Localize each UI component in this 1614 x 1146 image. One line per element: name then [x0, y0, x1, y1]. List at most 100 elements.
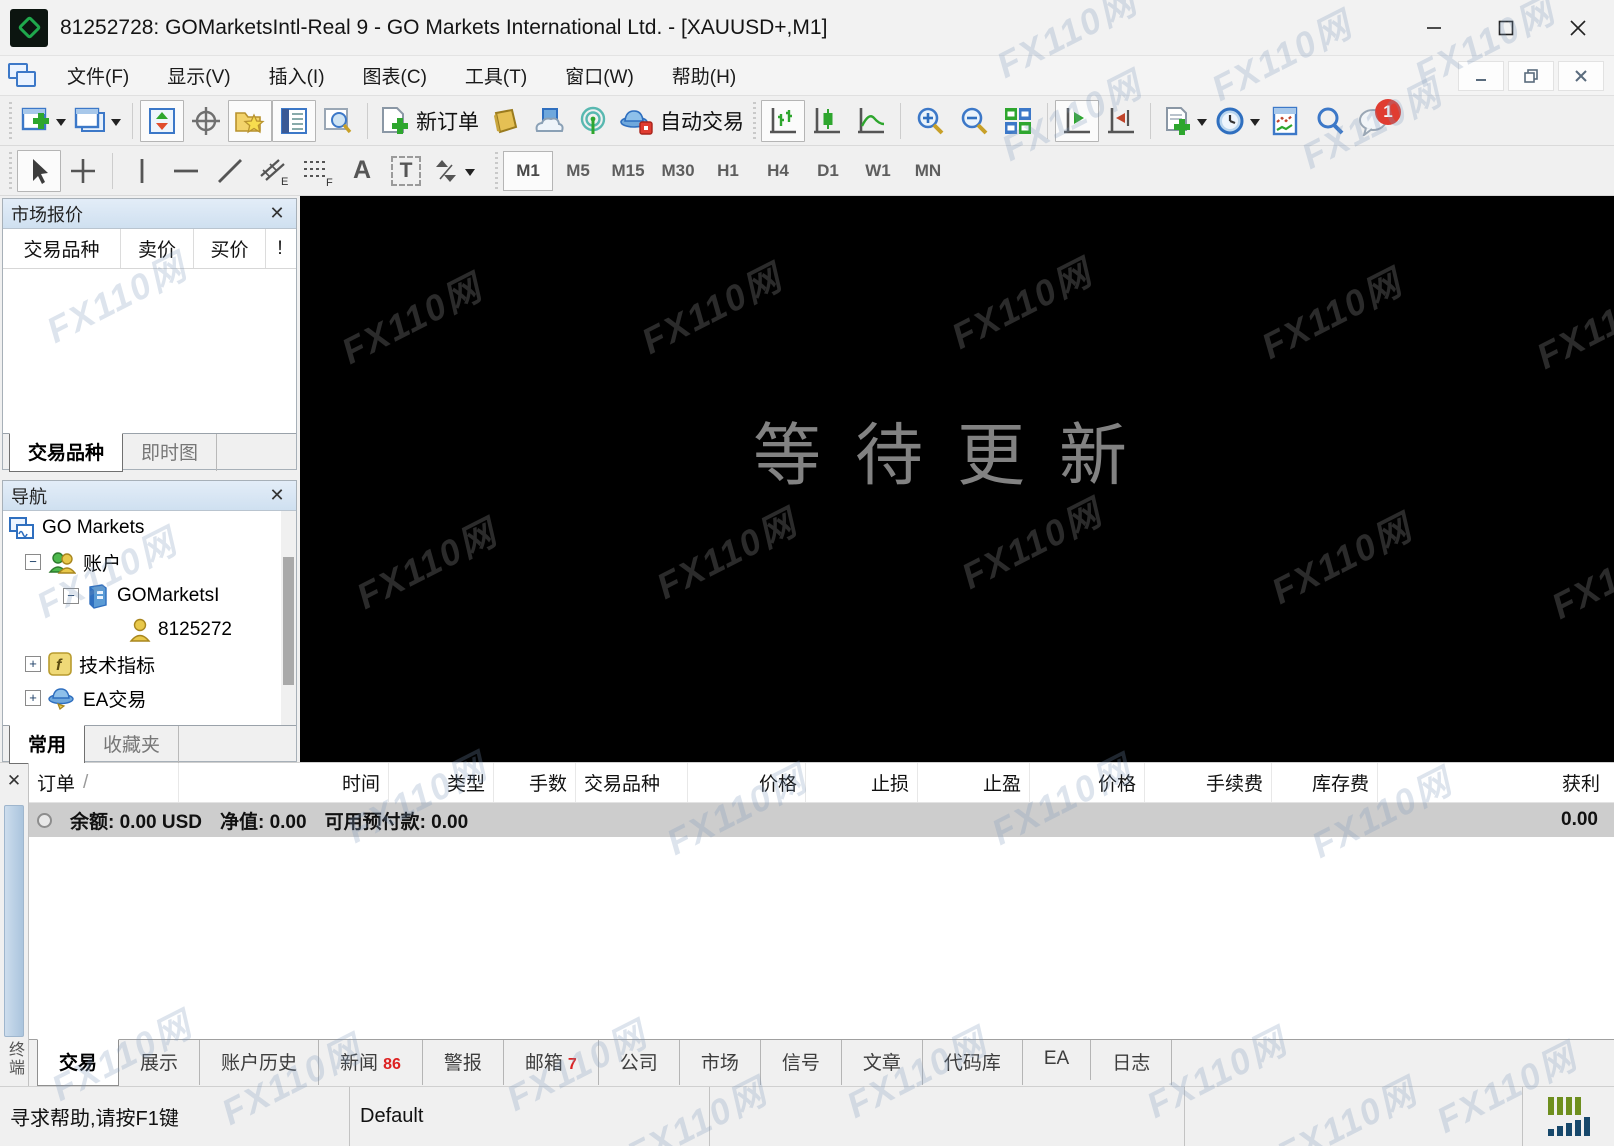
col-order[interactable]: 订单/ [29, 763, 179, 802]
cursor-button[interactable] [17, 150, 61, 192]
auto-scroll-button[interactable] [1055, 100, 1099, 142]
column-ask[interactable]: 买价 [194, 229, 266, 268]
col-time[interactable]: 时间 [179, 763, 389, 802]
col-profit[interactable]: 获利 [1378, 763, 1614, 802]
timeframe-w1[interactable]: W1 [853, 151, 903, 191]
timeframe-m1[interactable]: M1 [503, 151, 553, 191]
chart-area[interactable]: 等待更新 FX110网 FX110网 FX110网 FX110网 FX110网 … [300, 196, 1614, 762]
scrollbar-thumb[interactable] [283, 557, 294, 685]
col-type[interactable]: 类型 [389, 763, 494, 802]
menu-file[interactable]: 文件(F) [48, 56, 148, 95]
tab-exposure[interactable]: 展示 [119, 1040, 200, 1085]
mdi-minimize-button[interactable] [1458, 61, 1504, 91]
tab-symbols[interactable]: 交易品种 [9, 433, 123, 472]
zoom-in-button[interactable] [908, 100, 952, 142]
horizontal-line-button[interactable] [164, 150, 208, 192]
toolbar-grip[interactable] [7, 102, 14, 140]
zoom-out-button[interactable] [952, 100, 996, 142]
tab-articles[interactable]: 文章 [842, 1040, 923, 1085]
tab-common[interactable]: 常用 [9, 725, 85, 764]
col-symbol[interactable]: 交易品种 [576, 763, 688, 802]
tree-item-server[interactable]: − GOMarketsI [3, 579, 296, 613]
tab-mailbox[interactable]: 邮箱7 [504, 1040, 599, 1085]
timeframe-mn[interactable]: MN [903, 151, 953, 191]
tree-item-account-number[interactable]: 8125272 [3, 613, 296, 647]
fibonacci-button[interactable]: F [296, 150, 340, 192]
vertical-line-button[interactable] [120, 150, 164, 192]
candlestick-chart-button[interactable] [805, 100, 849, 142]
timeframe-d1[interactable]: D1 [803, 151, 853, 191]
tab-experts[interactable]: EA [1023, 1040, 1091, 1080]
terminal-button[interactable] [272, 100, 316, 142]
text-button[interactable]: A [340, 150, 384, 192]
trendline-button[interactable] [208, 150, 252, 192]
tab-trade[interactable]: 交易 [37, 1039, 119, 1086]
mql5-community-button[interactable] [527, 100, 571, 142]
navigator-close-icon[interactable]: ✕ [266, 485, 288, 506]
column-spread[interactable]: ! [266, 229, 294, 268]
tab-account-history[interactable]: 账户历史 [200, 1040, 319, 1085]
profiles-button[interactable] [70, 100, 125, 142]
menu-window[interactable]: 窗口(W) [546, 56, 653, 95]
chat-button[interactable]: 1 [1352, 100, 1396, 142]
indicators-button[interactable] [1158, 100, 1211, 142]
chart-shift-button[interactable] [1099, 100, 1143, 142]
timeframe-m5[interactable]: M5 [553, 151, 603, 191]
strategy-tester-button[interactable] [316, 100, 360, 142]
close-button[interactable] [1542, 0, 1614, 55]
line-chart-button[interactable] [849, 100, 893, 142]
col-stoploss[interactable]: 止损 [806, 763, 918, 802]
tile-windows-button[interactable] [996, 100, 1040, 142]
col-takeprofit[interactable]: 止盈 [918, 763, 1030, 802]
tab-company[interactable]: 公司 [599, 1040, 680, 1085]
templates-button[interactable] [1264, 100, 1308, 142]
tab-signals[interactable]: 信号 [761, 1040, 842, 1085]
menu-view[interactable]: 显示(V) [148, 56, 249, 95]
expand-icon[interactable]: + [25, 656, 41, 672]
column-bid[interactable]: 卖价 [121, 229, 194, 268]
search-button[interactable] [1308, 100, 1352, 142]
tab-tick-chart[interactable]: 即时图 [123, 434, 217, 471]
new-chart-button[interactable] [17, 100, 70, 142]
menu-insert[interactable]: 插入(I) [250, 56, 344, 95]
navigator-button[interactable] [228, 100, 272, 142]
col-lots[interactable]: 手数 [494, 763, 576, 802]
navigator-scrollbar[interactable] [281, 511, 296, 725]
menu-help[interactable]: 帮助(H) [653, 56, 755, 95]
periods-button[interactable] [1211, 100, 1264, 142]
terminal-body[interactable] [29, 837, 1614, 1039]
tree-item-accounts[interactable]: − 账户 [3, 545, 296, 579]
tree-item-ea[interactable]: + EA交易 [3, 681, 296, 715]
terminal-drag-grip[interactable] [4, 805, 24, 1037]
menu-tools[interactable]: 工具(T) [446, 56, 546, 95]
column-symbol[interactable]: 交易品种 [3, 229, 121, 268]
tree-item-indicators[interactable]: + f 技术指标 [3, 647, 296, 681]
tree-item-broker[interactable]: GO Markets [3, 511, 296, 545]
col-price[interactable]: 价格 [1030, 763, 1145, 802]
mdi-close-button[interactable] [1558, 61, 1604, 91]
crosshair-tool-button[interactable] [61, 150, 105, 192]
timeframe-m30[interactable]: M30 [653, 151, 703, 191]
collapse-icon[interactable]: − [63, 588, 79, 604]
autotrading-button[interactable]: 自动交易 [615, 100, 748, 142]
tab-favorites[interactable]: 收藏夹 [85, 726, 179, 763]
equidistant-channel-button[interactable]: E [252, 150, 296, 192]
col-commission[interactable]: 手续费 [1145, 763, 1272, 802]
tab-code-base[interactable]: 代码库 [923, 1040, 1023, 1085]
text-label-button[interactable]: T [384, 150, 428, 192]
new-order-button[interactable]: 新订单 [375, 100, 483, 142]
toolbar-grip[interactable] [751, 102, 758, 140]
menu-charts[interactable]: 图表(C) [344, 56, 446, 95]
metaeditor-button[interactable] [483, 100, 527, 142]
tab-journal[interactable]: 日志 [1091, 1040, 1172, 1085]
toolbar-grip[interactable] [7, 152, 14, 190]
minimize-button[interactable] [1398, 0, 1470, 55]
maximize-button[interactable] [1470, 0, 1542, 55]
arrows-button[interactable] [428, 150, 479, 192]
panel-splitter[interactable] [2, 470, 297, 480]
timeframe-h1[interactable]: H1 [703, 151, 753, 191]
market-watch-body[interactable] [3, 269, 296, 433]
timeframe-h4[interactable]: H4 [753, 151, 803, 191]
col-swap[interactable]: 库存费 [1272, 763, 1378, 802]
tab-alerts[interactable]: 警报 [423, 1040, 504, 1085]
